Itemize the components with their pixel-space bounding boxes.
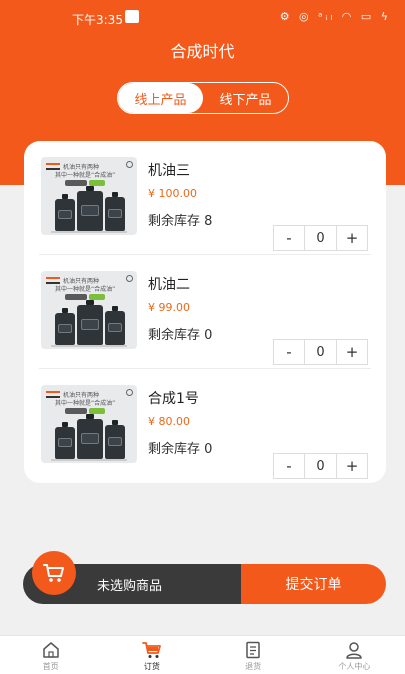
quantity-stepper: - 0 + (273, 453, 368, 479)
product-image-pills (65, 294, 105, 300)
quantity-stepper: - 0 + (273, 339, 368, 365)
home-icon (42, 641, 60, 663)
divider (39, 254, 371, 255)
increase-button[interactable]: + (336, 454, 367, 478)
product-stock: 剩余库存 0 (148, 442, 213, 457)
product-item: 机油只有两种 其中一种就是“合成油” 合成1号 ¥ 80.00 剩余库存 0 -… (39, 371, 371, 481)
submit-order-button[interactable]: 提交订单 (241, 564, 386, 604)
status-bar: 下午3:35 ⚙ ◎ ᵃᵢₗ ◠ ▭ ϟ (0, 0, 405, 34)
cart-icon[interactable] (32, 551, 76, 595)
increase-button[interactable]: + (336, 340, 367, 364)
notification-icon (125, 10, 139, 23)
product-list-card: 机油只有两种 其中一种就是“合成油” 机油三 ¥ 100.00 剩余库存 8 -… (24, 141, 386, 483)
status-time: 下午3:35 (72, 13, 123, 27)
product-image-footer (51, 231, 127, 233)
product-image: 机油只有两种 其中一种就是“合成油” (41, 157, 137, 235)
increase-button[interactable]: + (336, 226, 367, 250)
oil-bottle-icon (105, 420, 125, 459)
tab-profile[interactable]: 个人中心 (304, 636, 405, 674)
gear-icon (126, 275, 133, 282)
brand-logo-icon (46, 277, 60, 284)
oil-bottle-icon (105, 192, 125, 231)
product-price: ¥ 99.00 (148, 301, 190, 314)
oil-bottle-icon (55, 422, 75, 459)
product-image: 机油只有两种 其中一种就是“合成油” (41, 385, 137, 463)
product-image-subcaption: 其中一种就是“合成油” (55, 172, 116, 179)
product-image-pills (65, 180, 105, 186)
product-price: ¥ 100.00 (148, 187, 197, 200)
page-title: 合成时代 (170, 42, 235, 61)
product-price: ¥ 80.00 (148, 415, 190, 428)
oil-bottle-icon (55, 308, 75, 345)
tab-return[interactable]: 退货 (203, 636, 304, 674)
gear-icon (126, 389, 133, 396)
cart-icon (141, 641, 162, 663)
quantity-value[interactable]: 0 (305, 454, 336, 478)
product-image: 机油只有两种 其中一种就是“合成油” (41, 271, 137, 349)
cart-bar: 未选购商品 提交订单 (23, 564, 386, 604)
divider (39, 368, 371, 369)
decrease-button[interactable]: - (274, 454, 305, 478)
decrease-button[interactable]: - (274, 226, 305, 250)
tab-label: 订货 (143, 662, 160, 671)
status-icons: ⚙ ◎ ᵃᵢₗ ◠ ▭ ϟ (279, 10, 391, 23)
product-item: 机油只有两种 其中一种就是“合成油” 机油二 ¥ 99.00 剩余库存 0 - … (39, 257, 371, 367)
product-stock: 剩余库存 8 (148, 214, 213, 229)
oil-bottle-icon (77, 414, 103, 459)
brand-logo-icon (46, 391, 60, 398)
quantity-value[interactable]: 0 (305, 340, 336, 364)
product-name: 机油三 (148, 163, 190, 179)
tab-online-products[interactable]: 线上产品 (118, 83, 203, 113)
product-image-footer (51, 345, 127, 347)
oil-bottle-icon (77, 300, 103, 345)
product-image-pills (65, 408, 105, 414)
tab-label: 退货 (245, 662, 262, 671)
product-image-footer (51, 459, 127, 461)
product-name: 合成1号 (148, 391, 199, 407)
product-segment-control: 线上产品 线下产品 (117, 82, 289, 114)
oil-bottle-icon (77, 186, 103, 231)
cart-status: 未选购商品 (97, 579, 163, 594)
brand-logo-icon (46, 163, 60, 170)
bottom-tab-bar: 首页 订货 退货 个人中心 (0, 635, 405, 674)
quantity-stepper: - 0 + (273, 225, 368, 251)
oil-bottle-icon (55, 194, 75, 231)
product-item: 机油只有两种 其中一种就是“合成油” 机油三 ¥ 100.00 剩余库存 8 -… (39, 143, 371, 253)
product-name: 机油二 (148, 277, 190, 293)
product-stock: 剩余库存 0 (148, 328, 213, 343)
oil-bottle-icon (105, 306, 125, 345)
tab-home[interactable]: 首页 (0, 636, 101, 674)
gear-icon (126, 161, 133, 168)
person-icon (345, 641, 363, 663)
document-icon (245, 641, 261, 663)
tab-label: 个人中心 (338, 662, 371, 671)
tab-offline-products[interactable]: 线下产品 (203, 83, 288, 113)
quantity-value[interactable]: 0 (305, 226, 336, 250)
tab-order[interactable]: 订货 (101, 636, 202, 674)
decrease-button[interactable]: - (274, 340, 305, 364)
tab-label: 首页 (42, 662, 59, 671)
product-image-subcaption: 其中一种就是“合成油” (55, 400, 116, 407)
product-image-subcaption: 其中一种就是“合成油” (55, 286, 116, 293)
